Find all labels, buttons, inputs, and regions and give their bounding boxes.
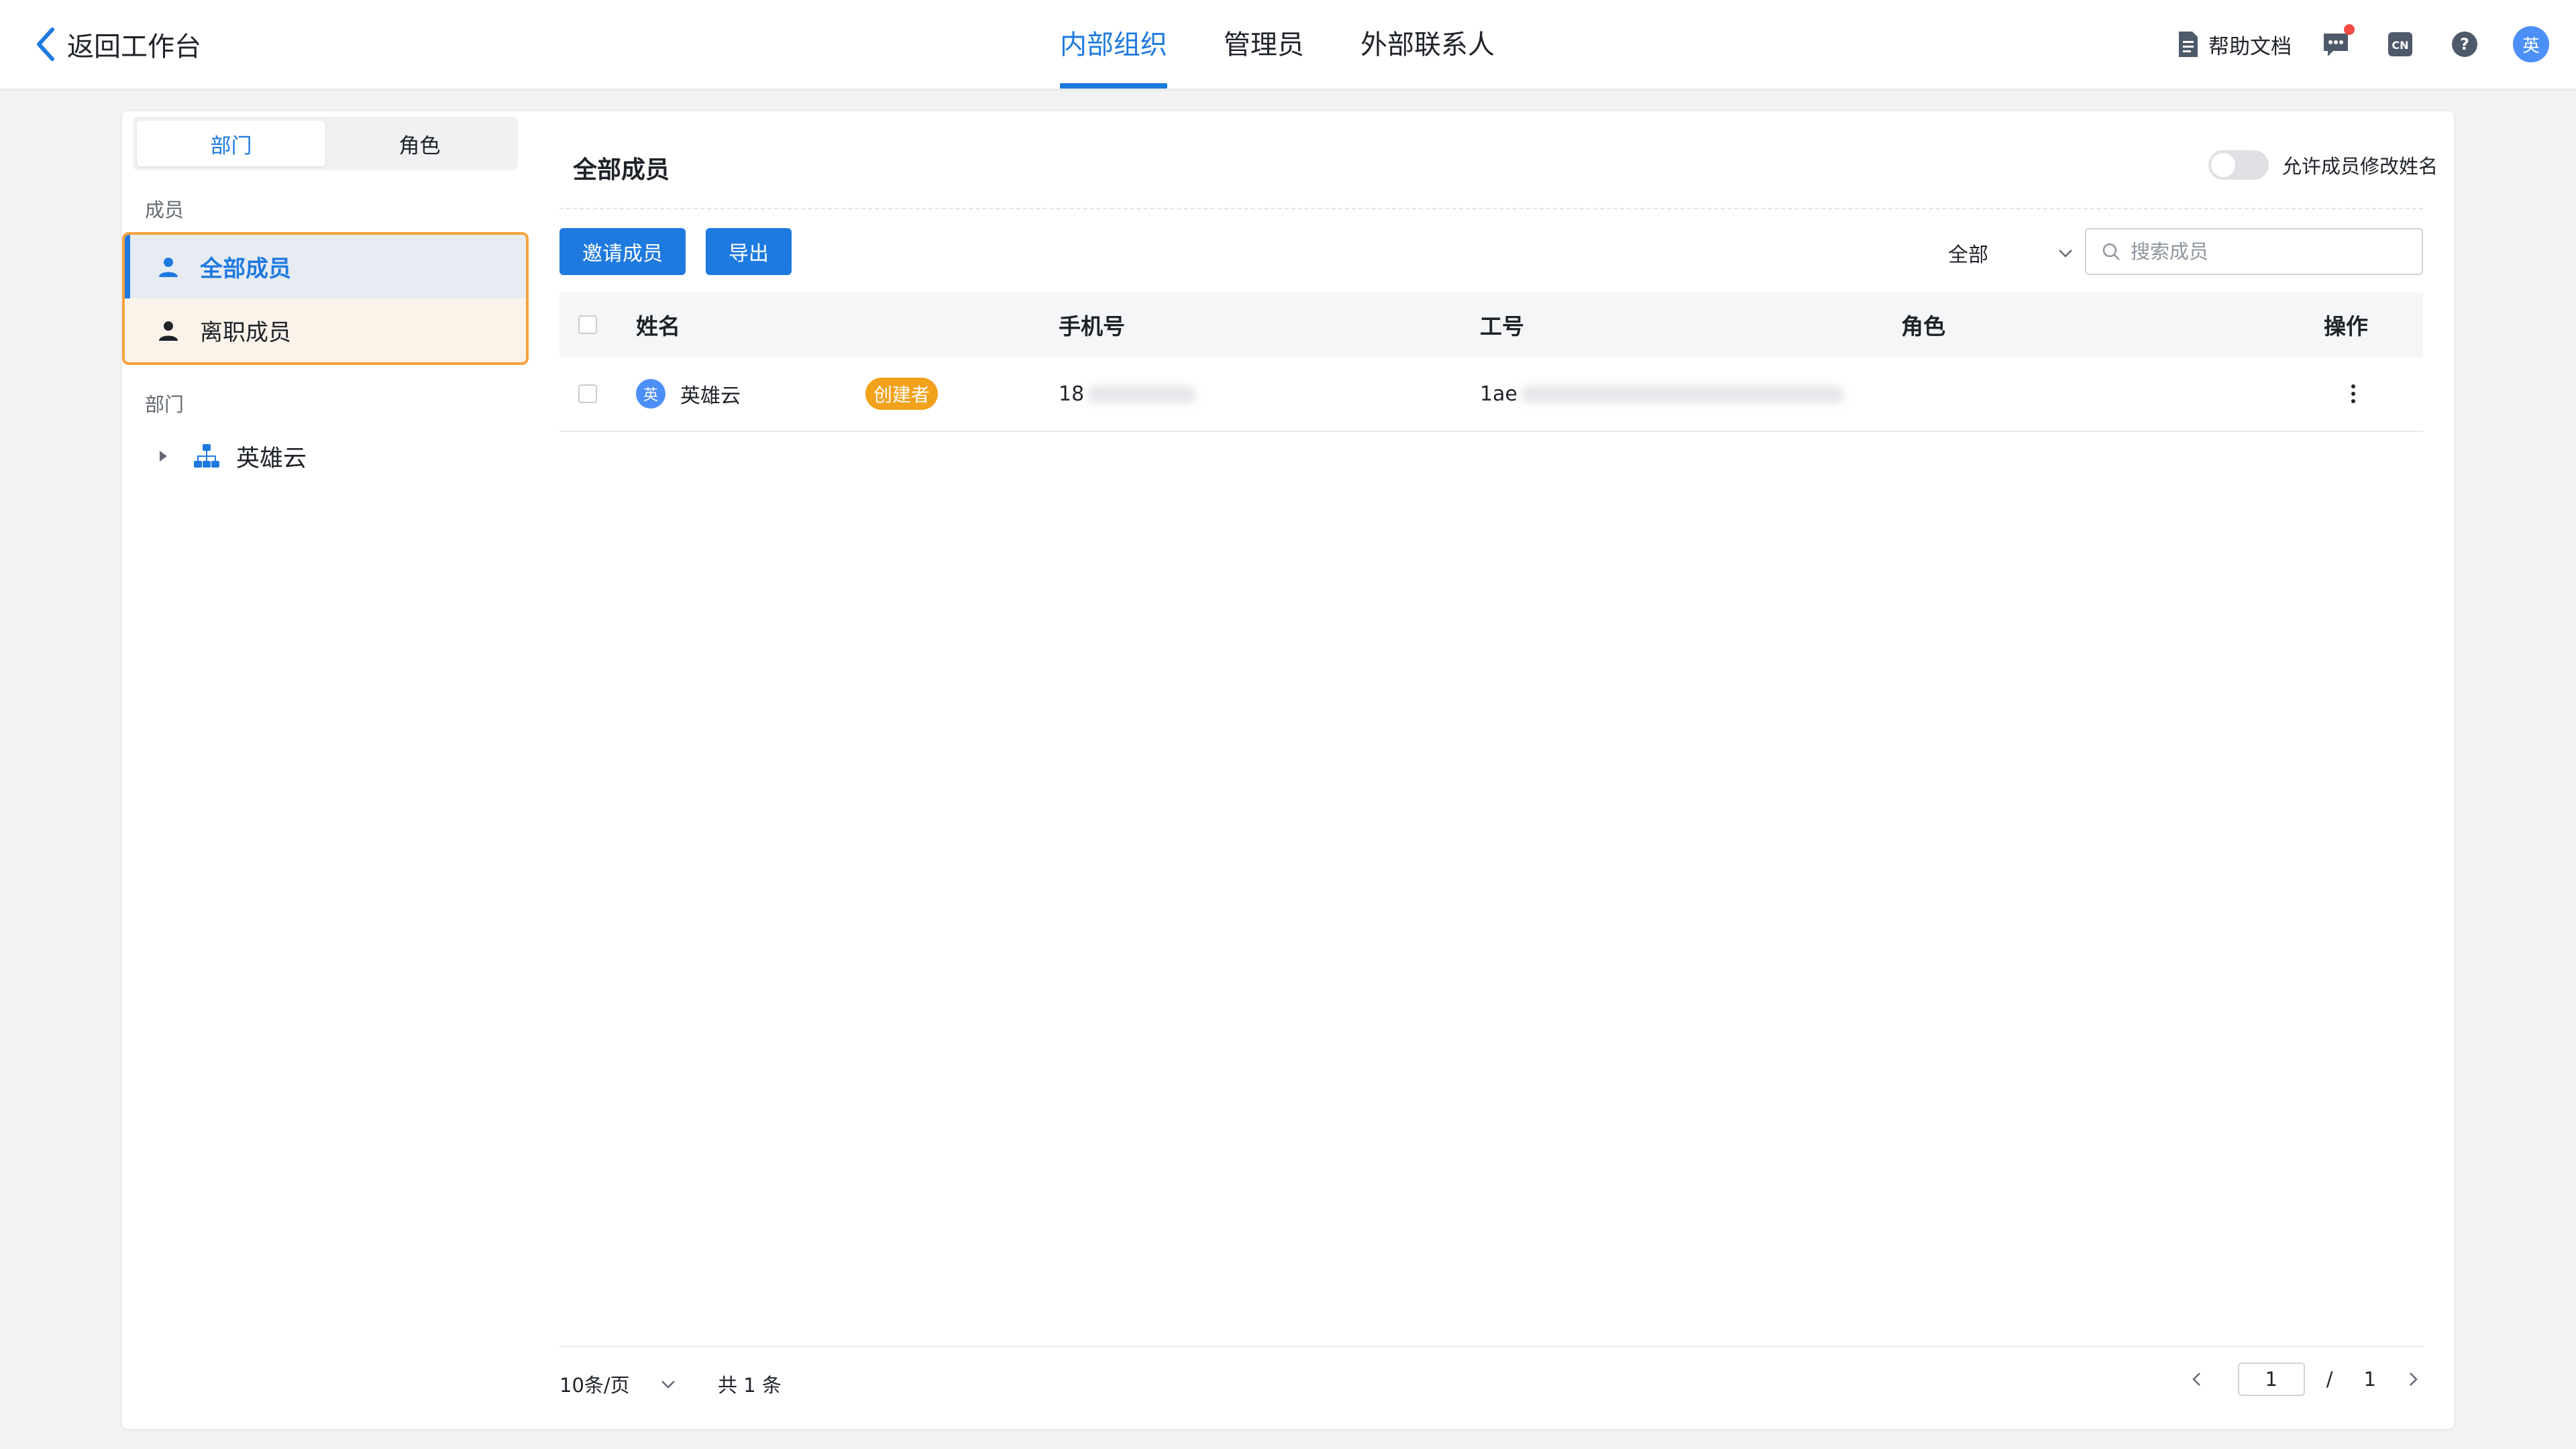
total-count: 共 1 条: [718, 1374, 782, 1397]
more-vertical-icon[interactable]: [2347, 380, 2360, 407]
language-cn-icon: CN: [2388, 32, 2412, 56]
creator-badge: 创建者: [865, 378, 938, 410]
search-input[interactable]: [2131, 240, 2412, 263]
user-icon: [159, 321, 178, 341]
allow-rename-label: 允许成员修改姓名: [2282, 155, 2438, 178]
user-icon: [159, 257, 178, 277]
sidebar-item-all-members[interactable]: 全部成员: [125, 235, 526, 299]
column-header-name: 姓名: [636, 313, 680, 339]
member-filter-select[interactable]: 全部: [1921, 232, 2082, 274]
chevron-down-icon: [2059, 250, 2072, 258]
departments-group-label: 部门: [145, 393, 184, 416]
member-name: 英雄云: [680, 384, 741, 408]
notification-dot: [2344, 24, 2355, 35]
column-header-phone: 手机号: [1059, 313, 1125, 339]
segment-departments[interactable]: 部门: [137, 121, 325, 166]
tab-admins[interactable]: 管理员: [1224, 0, 1304, 89]
members-group-label: 成员: [145, 199, 184, 221]
back-to-workbench-button[interactable]: 返回工作台: [34, 24, 201, 64]
messages-button[interactable]: [2320, 24, 2355, 60]
caret-right-icon[interactable]: [156, 449, 170, 464]
employee-id-redacted: [1521, 386, 1843, 403]
member-employee-id: 1ae: [1480, 382, 1843, 406]
page-separator: /: [2326, 1368, 2333, 1391]
total-pages: 1: [2363, 1368, 2376, 1391]
tab-internal-org[interactable]: 内部组织: [1060, 0, 1167, 89]
page-title: 全部成员: [573, 156, 670, 184]
segment-roles[interactable]: 角色: [325, 121, 514, 166]
chevron-left-icon: [37, 28, 54, 61]
svg-text:?: ?: [2460, 35, 2469, 54]
member-search-box: [2085, 228, 2423, 275]
top-right-actions: 帮助文档 CN ? 英: [2176, 24, 2549, 64]
table-row[interactable]: 英 英雄云 创建者 18 1ae: [559, 357, 2423, 432]
invite-members-button[interactable]: 邀请成员: [559, 228, 686, 275]
divider: [559, 208, 2423, 209]
pagination: / 1: [2187, 1359, 2423, 1399]
avatar: 英: [636, 379, 665, 409]
document-icon: [2179, 32, 2198, 57]
chevron-right-icon[interactable]: [2403, 1369, 2423, 1389]
help-docs-label: 帮助文档: [2208, 34, 2292, 59]
member-phone: 18: [1059, 382, 1196, 406]
question-icon: ?: [2452, 32, 2477, 57]
top-tabs: 内部组织 管理员 外部联系人: [1060, 0, 1551, 89]
sidebar-item-departed-members[interactable]: 离职成员: [125, 299, 526, 362]
employee-id-visible-part: 1ae: [1480, 382, 1517, 406]
page-size-select[interactable]: 10条/页: [559, 1370, 677, 1398]
footer-divider: [559, 1346, 2423, 1347]
back-label: 返回工作台: [67, 32, 201, 62]
allow-rename-toggle[interactable]: [2208, 150, 2269, 180]
export-button[interactable]: 导出: [706, 228, 792, 275]
page-number-input[interactable]: [2237, 1362, 2305, 1396]
chevron-down-icon: [661, 1381, 675, 1389]
dept-name: 英雄云: [236, 445, 307, 472]
page-size-value: 10条/页: [559, 1374, 630, 1397]
allow-rename-setting: 允许成员修改姓名: [2208, 150, 2438, 180]
top-bar: 返回工作台 内部组织 管理员 外部联系人 帮助文档 CN ? 英: [0, 0, 2576, 89]
column-header-employee-id: 工号: [1480, 313, 1524, 339]
help-docs-link[interactable]: 帮助文档: [2176, 30, 2292, 60]
phone-redacted: [1088, 386, 1196, 403]
left-panel: 部门 角色 成员 全部成员 离职成员 部门 英雄云: [122, 111, 529, 1429]
main-card: 部门 角色 成员 全部成员 离职成员 部门 英雄云 全部成员 允许成员修改姓名 …: [122, 111, 2454, 1429]
phone-visible-part: 18: [1059, 382, 1085, 406]
row-checkbox[interactable]: [578, 384, 597, 403]
member-list: 全部成员 离职成员: [122, 232, 529, 365]
dept-role-switch: 部门 角色: [133, 117, 518, 170]
svg-text:CN: CN: [2392, 39, 2408, 52]
members-panel: 全部成员 允许成员修改姓名 邀请成员 导出 全部 姓名 手机号 工号: [559, 111, 2438, 1429]
tab-external-contacts[interactable]: 外部联系人: [1360, 0, 1495, 89]
sidebar-item-label: 离职成员: [200, 319, 291, 346]
sidebar-item-label: 全部成员: [200, 256, 291, 282]
table-header: 姓名 手机号 工号 角色 操作: [559, 292, 2423, 357]
help-button[interactable]: ?: [2449, 28, 2481, 60]
column-header-role: 角色: [1901, 313, 1945, 339]
chevron-left-icon[interactable]: [2187, 1369, 2207, 1389]
org-chart-icon: [194, 444, 219, 468]
dept-tree-item[interactable]: 英雄云: [156, 436, 307, 476]
select-all-checkbox[interactable]: [578, 315, 597, 334]
column-header-actions: 操作: [2324, 313, 2368, 339]
filter-value: 全部: [1948, 244, 1988, 267]
user-avatar[interactable]: 英: [2513, 26, 2549, 62]
language-button[interactable]: CN: [2384, 28, 2416, 60]
search-icon: [2102, 243, 2120, 260]
